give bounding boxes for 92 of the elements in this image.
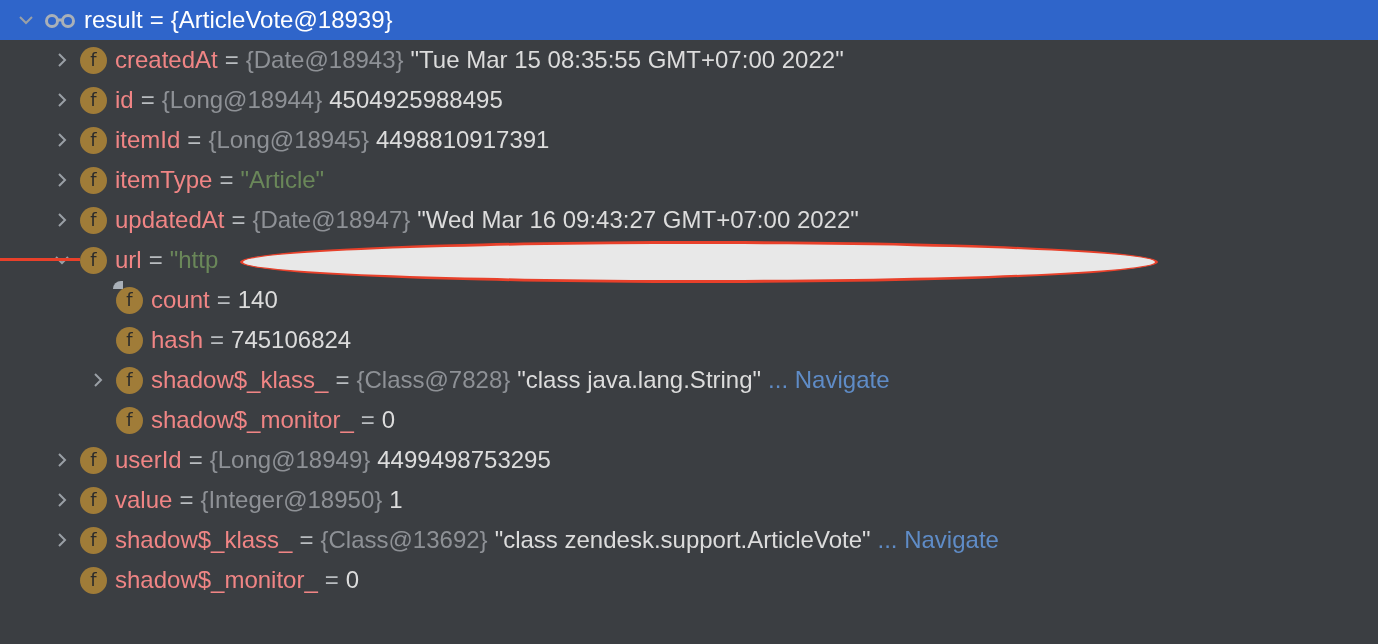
tree-row[interactable]: f itemType = "Article" bbox=[0, 160, 1378, 200]
type-reference: {Long@18949} bbox=[209, 445, 371, 475]
chevron-right-icon[interactable] bbox=[55, 133, 69, 147]
field-value: 4504925988495 bbox=[329, 85, 503, 115]
field-name: updatedAt bbox=[115, 205, 225, 235]
equals-sign: = bbox=[210, 325, 225, 355]
chevron-right-icon[interactable] bbox=[91, 373, 105, 387]
tree-row[interactable]: f shadow$_klass_ = {Class@7828} "class java.lang.String" ... Navigate bbox=[0, 360, 1378, 400]
field-icon: f bbox=[80, 206, 107, 234]
field-value: "Article" bbox=[240, 165, 325, 195]
field-value: 140 bbox=[237, 285, 278, 315]
field-value: "http bbox=[169, 245, 219, 275]
chevron-right-icon[interactable] bbox=[55, 453, 69, 467]
glasses-icon bbox=[44, 12, 76, 28]
field-value: 4499498753295 bbox=[377, 445, 551, 475]
tree-row[interactable]: f updatedAt = {Date@18947} "Wed Mar 16 09:43:27 GMT+07:00 2022" bbox=[0, 200, 1378, 240]
tree-row[interactable]: f shadow$_monitor_ = 0 bbox=[0, 400, 1378, 440]
field-icon: f bbox=[80, 86, 107, 114]
type-reference: {Date@18947} bbox=[252, 205, 411, 235]
field-icon: f bbox=[116, 366, 143, 394]
field-icon: f bbox=[80, 246, 107, 274]
tree-row[interactable]: f url = "http bbox=[0, 240, 1378, 280]
field-name: itemId bbox=[115, 125, 181, 155]
field-name: id bbox=[115, 85, 134, 115]
chevron-right-icon[interactable] bbox=[55, 53, 69, 67]
field-value: 0 bbox=[381, 405, 396, 435]
field-value: "Tue Mar 15 08:35:55 GMT+07:00 2022" bbox=[410, 45, 844, 75]
field-value: 1 bbox=[389, 485, 403, 515]
field-icon: f bbox=[80, 446, 107, 474]
equals-sign: = bbox=[216, 285, 231, 315]
field-name: shadow$_klass_ bbox=[115, 525, 293, 555]
chevron-right-icon[interactable] bbox=[55, 93, 69, 107]
equals-sign: = bbox=[224, 45, 239, 75]
type-reference: {Class@13692} bbox=[320, 525, 488, 555]
field-value: 4498810917391 bbox=[375, 125, 550, 155]
field-name: shadow$_klass_ bbox=[151, 365, 329, 395]
tree-row[interactable]: f userId = {Long@18949} 4499498753295 bbox=[0, 440, 1378, 480]
equals-sign: = bbox=[179, 485, 194, 515]
field-value: "class zendesk.support.ArticleVote" bbox=[494, 525, 871, 555]
tree-row[interactable]: f id = {Long@18944} 4504925988495 bbox=[0, 80, 1378, 120]
chevron-right-icon[interactable] bbox=[55, 533, 69, 547]
field-icon: f bbox=[80, 126, 107, 154]
type-reference: {Integer@18950} bbox=[200, 485, 383, 515]
tree-row[interactable]: f shadow$_klass_ = {Class@13692} "class zendesk.support.ArticleVote" ... Navigate bbox=[0, 520, 1378, 560]
field-icon: f bbox=[80, 46, 107, 74]
field-name: result bbox=[84, 5, 143, 35]
field-icon: f bbox=[80, 526, 107, 554]
field-name: hash bbox=[151, 325, 204, 355]
equals-sign: = bbox=[187, 125, 202, 155]
equals-sign: = bbox=[148, 245, 163, 275]
equals-sign: = bbox=[219, 165, 234, 195]
equals-sign: = bbox=[231, 205, 246, 235]
equals-sign: = bbox=[188, 445, 203, 475]
type-reference: {Long@18944} bbox=[161, 85, 323, 115]
field-name: createdAt bbox=[115, 45, 218, 75]
field-icon: f bbox=[80, 486, 107, 514]
tree-row[interactable]: f createdAt = {Date@18943} "Tue Mar 15 08:35:55 GMT+07:00 2022" bbox=[0, 40, 1378, 80]
tree-row[interactable]: f itemId = {Long@18945} 4498810917391 bbox=[0, 120, 1378, 160]
chevron-right-icon[interactable] bbox=[55, 493, 69, 507]
tree-row[interactable]: result = {ArticleVote@18939} bbox=[0, 0, 1378, 40]
field-value: 0 bbox=[345, 565, 360, 595]
field-value: "class java.lang.String" bbox=[517, 365, 762, 395]
equals-sign: = bbox=[299, 525, 314, 555]
field-name: count bbox=[151, 285, 210, 315]
field-name: itemType bbox=[115, 165, 213, 195]
field-icon: f bbox=[116, 326, 143, 354]
equals-sign: = bbox=[360, 405, 375, 435]
tree-row[interactable]: f hash = 745106824 bbox=[0, 320, 1378, 360]
chevron-right-icon[interactable] bbox=[55, 213, 69, 227]
field-value: "Wed Mar 16 09:43:27 GMT+07:00 2022" bbox=[417, 205, 859, 235]
tree-row[interactable]: f value = {Integer@18950} 1 bbox=[0, 480, 1378, 520]
field-name: shadow$_monitor_ bbox=[115, 565, 318, 595]
field-name: url bbox=[115, 245, 142, 275]
type-reference: {Class@7828} bbox=[356, 365, 511, 395]
chevron-right-icon[interactable] bbox=[55, 173, 69, 187]
field-icon: f bbox=[80, 566, 107, 594]
field-icon: f bbox=[116, 286, 143, 314]
equals-sign: = bbox=[140, 85, 155, 115]
field-name: shadow$_monitor_ bbox=[151, 405, 354, 435]
field-icon: f bbox=[80, 166, 107, 194]
type-reference: {Date@18943} bbox=[245, 45, 404, 75]
equals-sign: = bbox=[335, 365, 350, 395]
type-reference: {Long@18945} bbox=[208, 125, 369, 155]
field-value: 745106824 bbox=[231, 325, 352, 355]
equals-sign: = bbox=[324, 565, 339, 595]
tree-row[interactable]: f shadow$_monitor_ = 0 bbox=[0, 560, 1378, 600]
type-reference: {ArticleVote@18939} bbox=[170, 5, 393, 35]
field-name: userId bbox=[115, 445, 182, 475]
field-icon: f bbox=[116, 406, 143, 434]
field-name: value bbox=[115, 485, 173, 515]
tree-row[interactable]: f count = 140 bbox=[0, 280, 1378, 320]
equals-sign: = bbox=[149, 5, 164, 35]
